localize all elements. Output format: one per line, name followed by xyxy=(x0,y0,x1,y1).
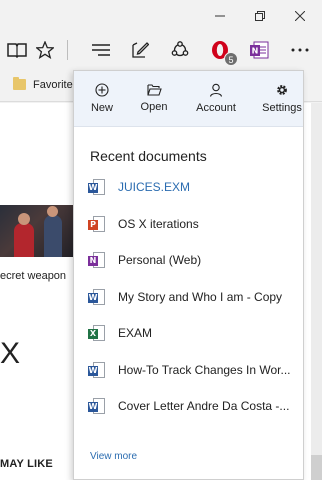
more-icon xyxy=(291,48,309,52)
document-name: OS X iterations xyxy=(118,217,199,231)
hub-button[interactable] xyxy=(86,32,116,68)
open-button[interactable]: Open xyxy=(126,71,182,127)
minimize-icon xyxy=(215,15,225,17)
may-like-heading: MAY LIKE xyxy=(0,458,53,470)
recent-document-item[interactable]: X EXAM xyxy=(88,321,300,345)
more-button[interactable] xyxy=(285,32,315,68)
article-caption[interactable]: ecret weapon xyxy=(0,270,66,282)
minimize-button[interactable] xyxy=(200,0,240,32)
word-file-icon: W xyxy=(88,288,106,306)
new-button[interactable]: New xyxy=(74,71,130,127)
recent-documents-heading: Recent documents xyxy=(90,148,207,164)
reading-view-button[interactable] xyxy=(2,32,32,68)
favorite-star-icon xyxy=(36,41,54,59)
view-more-link[interactable]: View more xyxy=(90,451,137,462)
opera-badge-count: 5 xyxy=(224,52,238,66)
onenote-file-icon: N xyxy=(88,251,106,269)
excel-file-icon: X xyxy=(88,324,106,342)
open-label: Open xyxy=(140,101,168,113)
hub-icon xyxy=(92,44,110,56)
account-button[interactable]: Account xyxy=(188,71,244,127)
recent-document-item[interactable]: P OS X iterations xyxy=(88,212,300,236)
document-name: Cover Letter Andre Da Costa -... xyxy=(118,399,290,413)
share-button[interactable] xyxy=(165,32,195,68)
onenote-extension-button[interactable]: N xyxy=(244,32,274,68)
recent-document-item[interactable]: W JUICES.EXM xyxy=(88,175,300,199)
page-scrollbar[interactable] xyxy=(311,103,322,480)
document-name: JUICES.EXM xyxy=(118,180,191,194)
close-button[interactable] xyxy=(280,0,320,32)
web-note-icon xyxy=(132,42,149,58)
panel-action-bar: New Open Account Settings xyxy=(74,71,303,127)
browser-toolbar: N xyxy=(0,32,322,68)
person-icon xyxy=(209,83,223,97)
word-file-icon: W xyxy=(88,178,106,196)
toolbar-divider xyxy=(67,40,68,60)
folder-icon xyxy=(13,77,26,90)
new-label: New xyxy=(90,102,113,114)
onenote-icon: N xyxy=(250,41,269,59)
folder-open-icon xyxy=(146,84,162,96)
document-name: Personal (Web) xyxy=(118,253,202,267)
settings-button[interactable]: Settings xyxy=(254,71,310,127)
favorite-button[interactable] xyxy=(30,32,60,68)
restore-button[interactable] xyxy=(240,0,280,32)
scrollbar-thumb[interactable] xyxy=(311,455,322,480)
article-photo[interactable] xyxy=(0,205,80,257)
recent-document-item[interactable]: W Cover Letter Andre Da Costa -... xyxy=(88,394,300,418)
document-name: EXAM xyxy=(118,326,153,340)
web-note-button[interactable] xyxy=(125,32,155,68)
reading-view-icon xyxy=(7,43,27,58)
favorites-folder-label[interactable]: Favorite xyxy=(33,79,73,91)
word-file-icon: W xyxy=(88,397,106,415)
share-icon xyxy=(171,41,189,57)
restore-icon xyxy=(255,11,265,21)
settings-label: Settings xyxy=(262,102,302,114)
close-icon xyxy=(295,11,305,21)
word-file-icon: W xyxy=(88,361,106,379)
recent-document-item[interactable]: W How-To Track Changes In Wor... xyxy=(88,358,300,382)
plus-circle-icon xyxy=(95,83,109,97)
page-large-letter: X xyxy=(0,337,21,370)
office-online-panel: New Open Account Settings Recent documen… xyxy=(73,70,304,480)
svg-text:N: N xyxy=(252,47,259,56)
recent-document-item[interactable]: N Personal (Web) xyxy=(88,248,300,272)
title-bar xyxy=(0,0,322,32)
document-name: How-To Track Changes In Wor... xyxy=(118,363,291,377)
gear-icon xyxy=(277,85,287,95)
powerpoint-file-icon: P xyxy=(88,215,106,233)
document-name: My Story and Who I am - Copy xyxy=(118,290,283,304)
account-label: Account xyxy=(196,102,236,114)
recent-document-item[interactable]: W My Story and Who I am - Copy xyxy=(88,285,300,309)
